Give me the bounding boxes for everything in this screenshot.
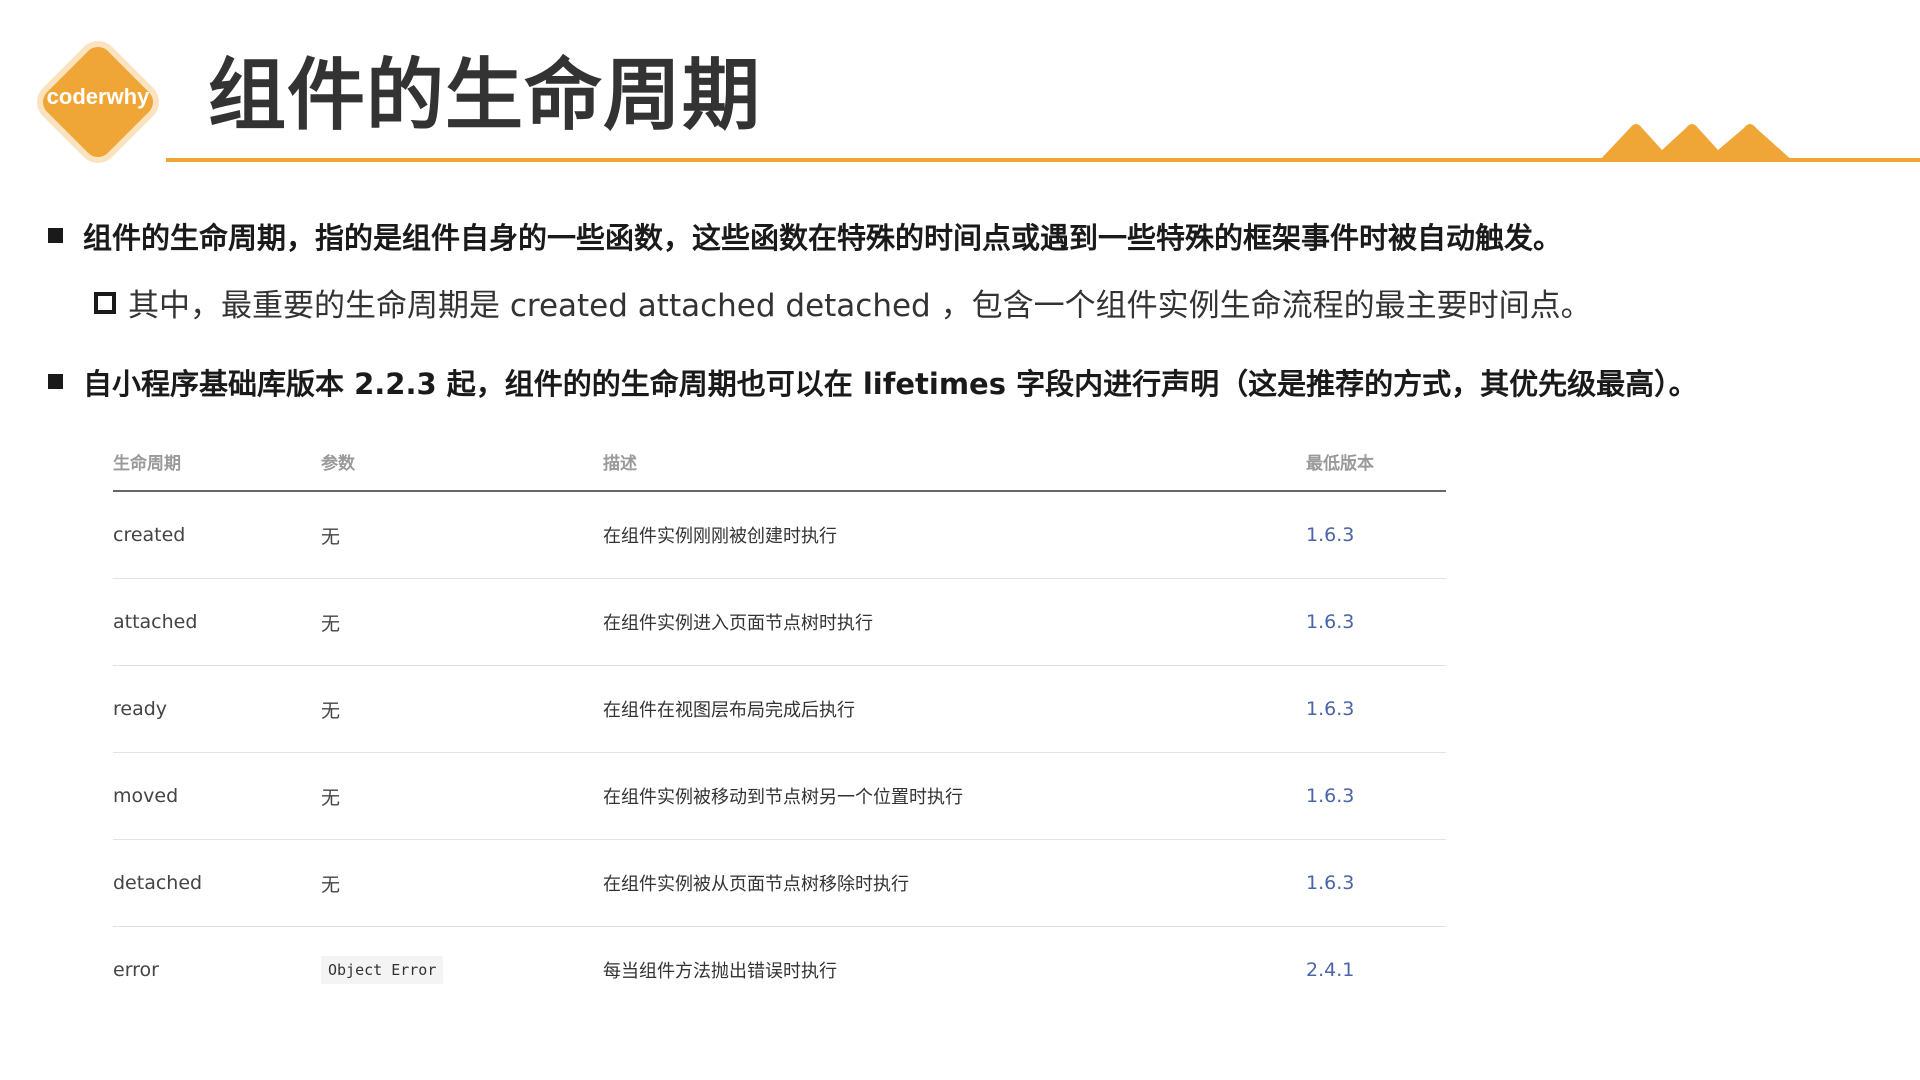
- lifecycle-name: error: [113, 959, 159, 981]
- lifecycle-version-link[interactable]: 1.6.3: [1306, 578, 1446, 666]
- table-row: error Object Error 每当组件方法抛出错误时执行 2.4.1: [113, 927, 1446, 1014]
- logo: coderwhy: [37, 41, 159, 163]
- table-row: detached 无 在组件实例被从页面节点树移除时执行 1.6.3: [113, 839, 1446, 927]
- lifecycle-param: Object Error: [321, 927, 603, 1014]
- lifecycle-param: 无: [321, 491, 603, 579]
- bullet-1: 组件的生命周期，指的是组件自身的一些函数，这些函数在特殊的时间点或遇到一些特殊的…: [48, 214, 1562, 262]
- bullet-2-text: 其中，最重要的生命周期是 created attached detached ，…: [128, 288, 1592, 324]
- lifecycle-version-link[interactable]: 1.6.3: [1306, 752, 1446, 840]
- lifecycle-name: created: [113, 491, 321, 579]
- lifecycle-table: 生命周期 参数 描述 最低版本 created 无 在组件实例刚刚被创建时执行 …: [113, 432, 1446, 1013]
- table-header-row: 生命周期 参数 描述 最低版本: [113, 432, 1446, 492]
- table-row: moved 无 在组件实例被移动到节点树另一个位置时执行 1.6.3: [113, 752, 1446, 840]
- lifecycle-description: 在组件在视图层布局完成后执行: [603, 665, 1306, 753]
- code-param: Object Error: [321, 956, 444, 984]
- lifecycle-description: 每当组件方法抛出错误时执行: [603, 961, 837, 982]
- bullet-3: 自小程序基础库版本 2.2.3 起，组件的的生命周期也可以在 lifetimes…: [48, 360, 1698, 408]
- lifecycle-name: attached: [113, 578, 321, 666]
- bullet-3-text: 自小程序基础库版本 2.2.3 起，组件的的生命周期也可以在 lifetimes…: [83, 367, 1698, 401]
- table-row: ready 无 在组件在视图层布局完成后执行 1.6.3: [113, 665, 1446, 753]
- lifecycle-description: 在组件实例被移动到节点树另一个位置时执行: [603, 752, 1306, 840]
- lifecycle-version-link[interactable]: 1.6.3: [1306, 839, 1446, 927]
- header-lifecycle: 生命周期: [113, 432, 321, 492]
- lifecycle-description: 在组件实例被从页面节点树移除时执行: [603, 839, 1306, 927]
- bullet-1-text: 组件的生命周期，指的是组件自身的一些函数，这些函数在特殊的时间点或遇到一些特殊的…: [83, 221, 1563, 255]
- lifecycle-version-link[interactable]: 1.6.3: [1306, 491, 1446, 579]
- header-params: 参数: [321, 432, 603, 492]
- lifecycle-name: detached: [113, 839, 321, 927]
- lifecycle-version-link[interactable]: 1.6.3: [1306, 665, 1446, 753]
- lifecycle-description: 在组件实例进入页面节点树时执行: [603, 578, 1306, 666]
- lifecycle-param: 无: [321, 665, 603, 753]
- square-bullet-icon: [48, 227, 63, 243]
- table-row: created 无 在组件实例刚刚被创建时执行 1.6.3: [113, 491, 1446, 579]
- header-description: 描述: [603, 432, 1306, 492]
- logo-text: coderwhy: [46, 84, 150, 109]
- header-min-version: 最低版本: [1306, 432, 1446, 492]
- hollow-square-bullet-icon: [94, 292, 116, 314]
- lifecycle-param: 无: [321, 839, 603, 927]
- lifecycle-description: 在组件实例刚刚被创建时执行: [603, 491, 1306, 579]
- lifecycle-version-link[interactable]: 2.4.1: [1306, 927, 1446, 1014]
- lifecycle-param: 无: [321, 752, 603, 840]
- lifecycle-name: ready: [113, 665, 321, 753]
- table-row: attached 无 在组件实例进入页面节点树时执行 1.6.3: [113, 578, 1446, 666]
- page-title: 组件的生命周期: [208, 51, 762, 141]
- lifecycle-param: 无: [321, 578, 603, 666]
- mountain-decoration-icon: [1598, 124, 1794, 162]
- square-bullet-icon: [48, 373, 63, 389]
- lifecycle-name: moved: [113, 752, 321, 840]
- bullet-2: 其中，最重要的生命周期是 created attached detached ，…: [94, 282, 1592, 330]
